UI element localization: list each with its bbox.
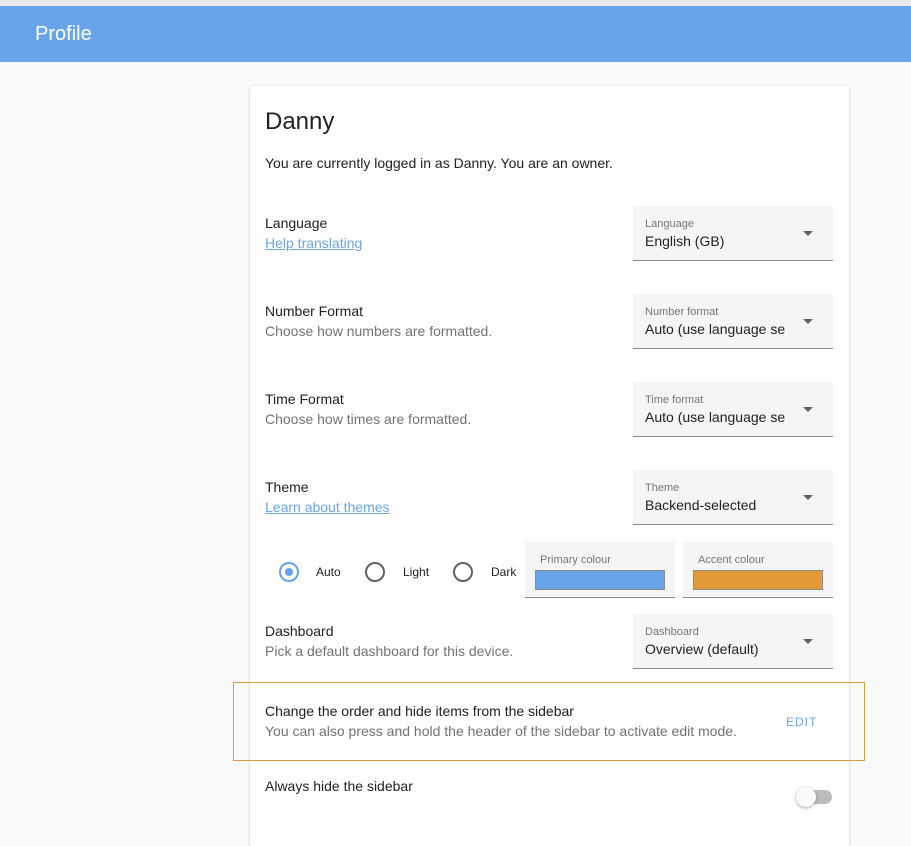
theme-heading: Theme — [265, 479, 309, 495]
number-format-description: Choose how numbers are formatted. — [265, 323, 493, 339]
language-select-value: English (GB) — [645, 233, 725, 249]
chevron-down-icon — [803, 407, 813, 412]
app-header: Profile — [0, 6, 911, 62]
language-select-label: Language — [645, 218, 694, 230]
time-format-description: Choose how times are formatted. — [265, 411, 472, 427]
theme-mode-dark-label: Dark — [491, 565, 517, 579]
accent-colour-swatch — [693, 570, 823, 590]
number-format-heading: Number Format — [265, 303, 364, 319]
primary-colour-label: Primary colour — [540, 554, 611, 566]
sidebar-order-heading: Change the order and hide items from the… — [265, 703, 574, 719]
dashboard-select[interactable]: Dashboard Overview (default) — [633, 614, 833, 669]
profile-card: Danny You are currently logged in as Dan… — [250, 86, 849, 846]
edit-sidebar-button[interactable]: EDIT — [786, 715, 817, 729]
theme-mode-auto-label: Auto — [316, 565, 341, 579]
help-translating-link[interactable]: Help translating — [265, 235, 362, 251]
accent-colour-label: Accent colour — [698, 554, 765, 566]
dashboard-heading: Dashboard — [265, 623, 334, 639]
sidebar-order-description: You can also press and hold the header o… — [265, 723, 737, 739]
learn-about-themes-link[interactable]: Learn about themes — [265, 499, 390, 515]
radio-unchecked-icon — [453, 562, 473, 582]
radio-unchecked-icon — [365, 562, 385, 582]
login-info-text: You are currently logged in as Danny. Yo… — [265, 155, 613, 171]
language-select[interactable]: Language English (GB) — [633, 206, 833, 261]
time-format-select-value: Auto (use language se — [645, 409, 786, 425]
toggle-thumb — [796, 787, 816, 807]
radio-checked-icon — [279, 562, 299, 582]
chevron-down-icon — [803, 495, 813, 500]
hide-sidebar-toggle[interactable] — [796, 787, 832, 807]
time-format-select[interactable]: Time format Auto (use language se — [633, 382, 833, 437]
number-format-select-value: Auto (use language se — [645, 321, 786, 337]
theme-select-label: Theme — [645, 482, 680, 494]
theme-select[interactable]: Theme Backend-selected — [633, 470, 833, 525]
hide-sidebar-heading: Always hide the sidebar — [265, 778, 413, 794]
dashboard-description: Pick a default dashboard for this device… — [265, 643, 514, 659]
theme-mode-light-label: Light — [403, 565, 430, 579]
time-format-heading: Time Format — [265, 391, 344, 407]
chevron-down-icon — [803, 319, 813, 324]
accent-colour-picker[interactable]: Accent colour — [683, 542, 833, 598]
dashboard-select-value: Overview (default) — [645, 641, 759, 657]
number-format-select[interactable]: Number format Auto (use language se — [633, 294, 833, 349]
dashboard-select-label: Dashboard — [645, 626, 699, 638]
theme-select-value: Backend-selected — [645, 497, 757, 513]
primary-colour-swatch — [535, 570, 665, 590]
user-name: Danny — [265, 108, 335, 135]
language-heading: Language — [265, 215, 328, 231]
chevron-down-icon — [803, 231, 813, 236]
number-format-select-label: Number format — [645, 306, 719, 318]
primary-colour-picker[interactable]: Primary colour — [525, 542, 675, 598]
page-title: Profile — [35, 23, 92, 45]
chevron-down-icon — [803, 639, 813, 644]
time-format-select-label: Time format — [645, 394, 704, 406]
